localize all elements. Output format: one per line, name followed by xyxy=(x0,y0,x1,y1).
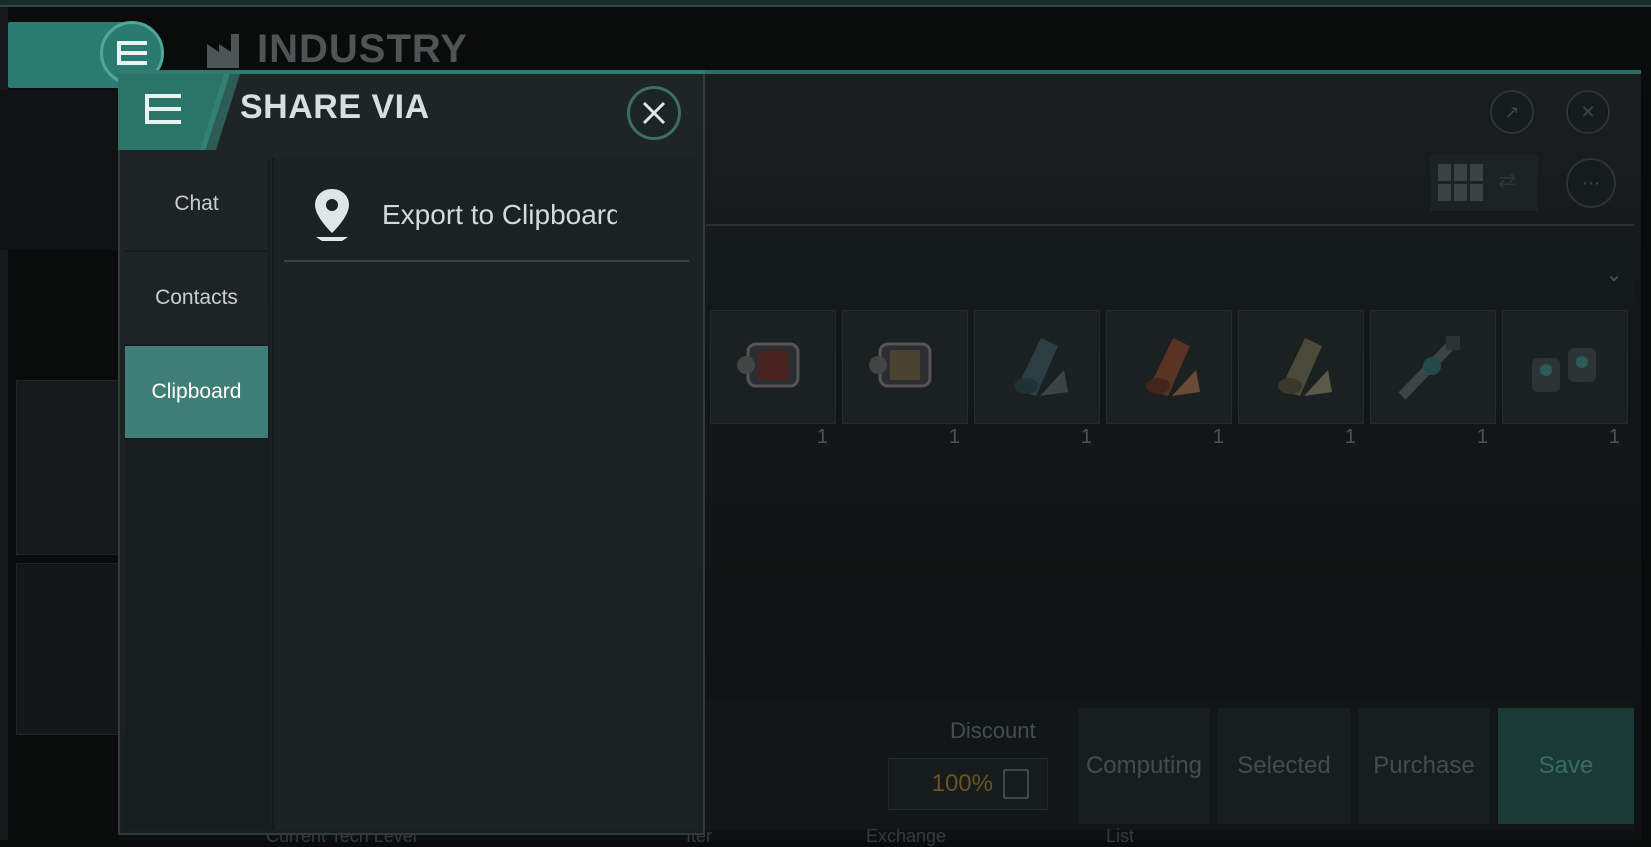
more-options-button[interactable]: ⋯ xyxy=(1566,158,1616,208)
discount-field[interactable]: 100% xyxy=(888,758,1048,810)
nav-item-clipboard[interactable]: Clipboard xyxy=(125,346,268,440)
industry-title: INDUSTRY xyxy=(205,27,468,72)
factory-icon xyxy=(207,33,239,68)
fabric-roll-icon xyxy=(1146,338,1200,396)
more-icon: ⋯ xyxy=(1582,172,1600,194)
view-toggle[interactable]: ⇄ xyxy=(1430,155,1538,211)
background-side-panel xyxy=(0,90,118,250)
external-link-icon: ↗ xyxy=(1504,101,1520,123)
footer-column: Exchange xyxy=(866,826,947,846)
canister-icon xyxy=(869,342,932,388)
location-pin-icon xyxy=(315,189,349,241)
list-view-icon: ⇄ xyxy=(1498,169,1517,194)
export-to-clipboard-option[interactable]: Export to Clipboard xyxy=(284,170,689,260)
category-dropdown[interactable]: ⌄ xyxy=(706,245,1634,303)
grid-view-icon xyxy=(1438,164,1483,201)
purchase-button[interactable]: Purchase xyxy=(1358,708,1490,824)
selected-button[interactable]: Selected xyxy=(1218,708,1350,824)
nav-item-contacts[interactable]: Contacts xyxy=(125,252,268,346)
panel-title: SHARE VIA xyxy=(240,88,430,126)
hamburger-icon xyxy=(117,41,147,65)
divider xyxy=(706,224,1634,226)
share-close-button[interactable] xyxy=(627,86,681,140)
external-link-button[interactable]: ↗ xyxy=(1490,90,1534,134)
item-slot[interactable]: 1 xyxy=(1238,310,1364,450)
divider xyxy=(284,260,689,262)
background-side-card xyxy=(16,380,120,555)
save-button[interactable]: Save xyxy=(1498,708,1634,824)
binoculars-icon xyxy=(1532,348,1596,392)
canister-icon xyxy=(737,342,800,388)
panel-accent-bar xyxy=(118,70,705,74)
nav-item-label: Chat xyxy=(174,192,219,215)
item-slot[interactable]: 1 xyxy=(1370,310,1496,450)
industry-title-text: INDUSTRY xyxy=(257,27,468,71)
footer-column: List xyxy=(1106,826,1135,846)
export-label: Export to Clipboard xyxy=(382,199,617,230)
share-nav: Chat Contacts Clipboard xyxy=(125,158,270,830)
fabric-roll-icon xyxy=(1014,338,1068,396)
item-slot[interactable]: 1 xyxy=(1502,310,1628,450)
item-slot[interactable]: 1 xyxy=(842,310,968,450)
nav-item-label: Clipboard xyxy=(151,380,242,403)
discount-value: 100% xyxy=(931,770,993,797)
window-close-button[interactable]: ✕ xyxy=(1566,90,1610,134)
background-side-card xyxy=(16,563,120,735)
hamburger-icon[interactable] xyxy=(143,92,183,126)
nav-item-chat[interactable]: Chat xyxy=(125,158,268,252)
nav-item-label: Contacts xyxy=(155,286,238,309)
calculator-icon xyxy=(1003,769,1029,799)
fabric-roll-icon xyxy=(1278,338,1332,396)
item-slot[interactable]: 1 xyxy=(974,310,1100,450)
item-slot[interactable]: 1 xyxy=(1106,310,1232,450)
close-icon xyxy=(642,101,666,125)
computing-button[interactable]: Computing xyxy=(1078,708,1210,824)
discount-label: Discount xyxy=(950,718,1036,743)
scope-icon xyxy=(1398,336,1460,400)
close-icon: ✕ xyxy=(1580,101,1596,123)
chevron-down-icon: ⌄ xyxy=(1605,262,1623,286)
item-slot[interactable]: 1 xyxy=(710,310,836,450)
top-border xyxy=(0,0,1651,7)
